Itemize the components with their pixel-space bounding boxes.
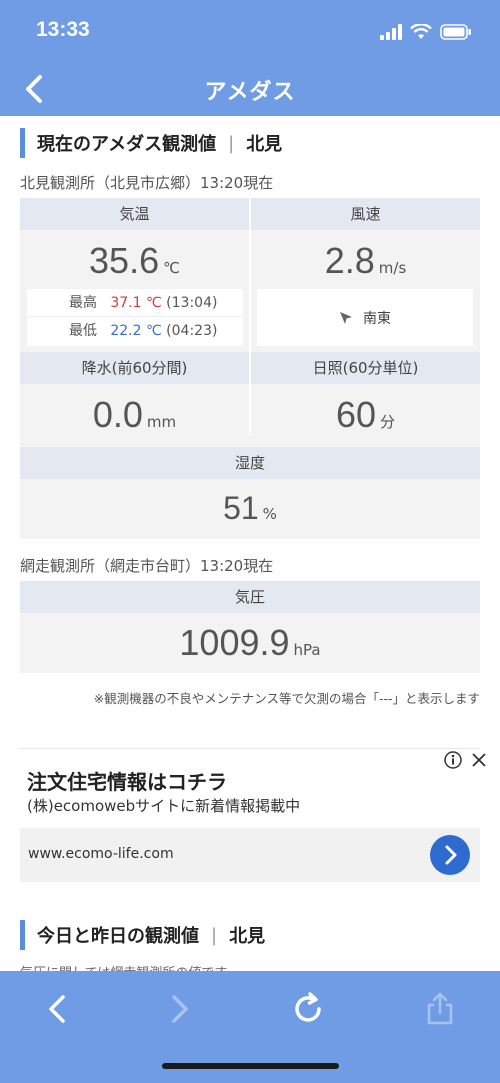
current-location: 北見 — [246, 134, 283, 155]
battery-icon — [440, 24, 471, 40]
section-separator: | — [211, 924, 218, 946]
temperature-value-block: 35.6 ℃ — [20, 240, 249, 282]
content-scroll[interactable]: 現在のアメダス観測値 | 北見 北見観測所（北見市広郷）13:20現在 気温 風… — [0, 116, 500, 971]
wind-header: 風速 — [251, 198, 480, 230]
max-temp-value: 37.1 ℃ — [110, 295, 162, 311]
wind-value: 2.8 — [324, 240, 375, 281]
max-temp-label: 最高 — [69, 295, 97, 311]
humidity-header: 湿度 — [20, 447, 480, 479]
min-temp-label: 最低 — [69, 323, 97, 339]
ad-top-divider — [20, 748, 480, 749]
wind-direction-arrow-icon — [340, 311, 352, 324]
pressure-value: 1009.9 — [179, 622, 290, 663]
min-temp-value: 22.2 ℃ — [110, 323, 162, 339]
pressure-panel: 気圧 1009.9 hPa — [20, 581, 480, 673]
sunshine-value-block: 60 分 — [251, 394, 480, 436]
missing-data-note: ※観測機器の不良やメンテナンス等で欠測の場合「---」と表示します — [93, 691, 480, 706]
wind-direction-box: 南東 — [257, 289, 473, 346]
current-section-heading: 現在のアメダス観測値 — [37, 134, 217, 155]
status-icons — [380, 20, 472, 44]
min-temp-time: (04:23) — [166, 323, 218, 339]
humidity-value-block: 51% — [20, 490, 480, 527]
section-separator: | — [228, 132, 235, 154]
ad-link-box[interactable]: www.ecomo-life.com — [20, 828, 480, 882]
ad-close-icon[interactable] — [470, 751, 488, 769]
station1-label: 北見観測所（北見市広郷）13:20現在 — [20, 174, 274, 192]
ad-title[interactable]: 注文住宅情報はコチラ — [27, 766, 227, 795]
forward-icon[interactable] — [159, 989, 199, 1029]
history-note: 気圧に関しては網走観測所の値です — [20, 962, 227, 971]
max-temp-row: 最高 37.1 ℃ (13:04) — [27, 289, 243, 317]
station2-label: 網走観測所（網走市台町）13:20現在 — [20, 557, 274, 575]
wind-value-block: 2.8 m/s — [251, 240, 480, 282]
ad-block[interactable]: 注文住宅情報はコチラ (株)ecomowebサイトに新着情報掲載中 www.ec… — [0, 748, 500, 888]
observation-panel: 気温 風速 35.6 ℃ 2.8 m/s 最高 37.1 ℃ (13:04) 最低 … — [20, 198, 480, 539]
section-accent-bar — [20, 920, 25, 950]
sunshine-header: 日照(60分単位) — [251, 352, 480, 384]
home-indicator[interactable] — [162, 1063, 339, 1069]
ad-arrow-button[interactable] — [430, 835, 470, 875]
ad-url[interactable]: www.ecomo-life.com — [28, 846, 174, 862]
temperature-unit: ℃ — [163, 259, 180, 277]
humidity-value: 51 — [223, 490, 259, 526]
current-section-title: 現在のアメダス観測値 | 北見 — [20, 128, 282, 158]
history-location: 北見 — [229, 926, 266, 947]
ad-info-icon[interactable] — [444, 751, 462, 769]
ad-subtitle[interactable]: (株)ecomowebサイトに新着情報掲載中 — [27, 795, 300, 816]
page-title: アメダス — [204, 80, 296, 105]
back-icon[interactable] — [38, 989, 78, 1029]
signal-icon — [380, 24, 402, 40]
sunshine-unit: 分 — [380, 413, 396, 431]
wind-unit: m/s — [378, 259, 407, 277]
chevron-right-icon — [445, 845, 457, 865]
pressure-value-block: 1009.9 hPa — [20, 622, 480, 664]
pressure-unit: hPa — [293, 641, 321, 659]
ad-controls — [444, 751, 488, 769]
humidity-unit: % — [262, 505, 277, 523]
section-accent-bar — [20, 128, 25, 158]
nav-bar: アメダス — [0, 62, 500, 116]
wifi-icon — [410, 24, 432, 39]
wind-direction: 南東 — [363, 310, 391, 327]
status-time: 13:33 — [36, 18, 90, 41]
sunshine-value: 60 — [335, 394, 377, 435]
temperature-header: 気温 — [20, 198, 249, 230]
precip-value-block: 0.0 mm — [20, 394, 249, 436]
share-icon[interactable] — [420, 989, 460, 1029]
history-section-heading: 今日と昨日の観測値 — [37, 926, 199, 947]
precip-header: 降水(前60分間) — [20, 352, 249, 384]
precip-unit: mm — [146, 413, 177, 431]
temperature-value: 35.6 — [89, 240, 160, 281]
pressure-header: 気圧 — [20, 581, 480, 613]
precip-value: 0.0 — [92, 394, 143, 435]
temperature-minmax: 最高 37.1 ℃ (13:04) 最低 22.2 ℃ (04:23) — [27, 289, 243, 346]
reload-icon[interactable] — [288, 989, 328, 1029]
max-temp-time: (13:04) — [166, 295, 218, 311]
history-section-title: 今日と昨日の観測値 | 北見 — [20, 920, 265, 950]
min-temp-row: 最低 22.2 ℃ (04:23) — [27, 317, 243, 345]
status-bar: 13:33 — [0, 0, 500, 62]
